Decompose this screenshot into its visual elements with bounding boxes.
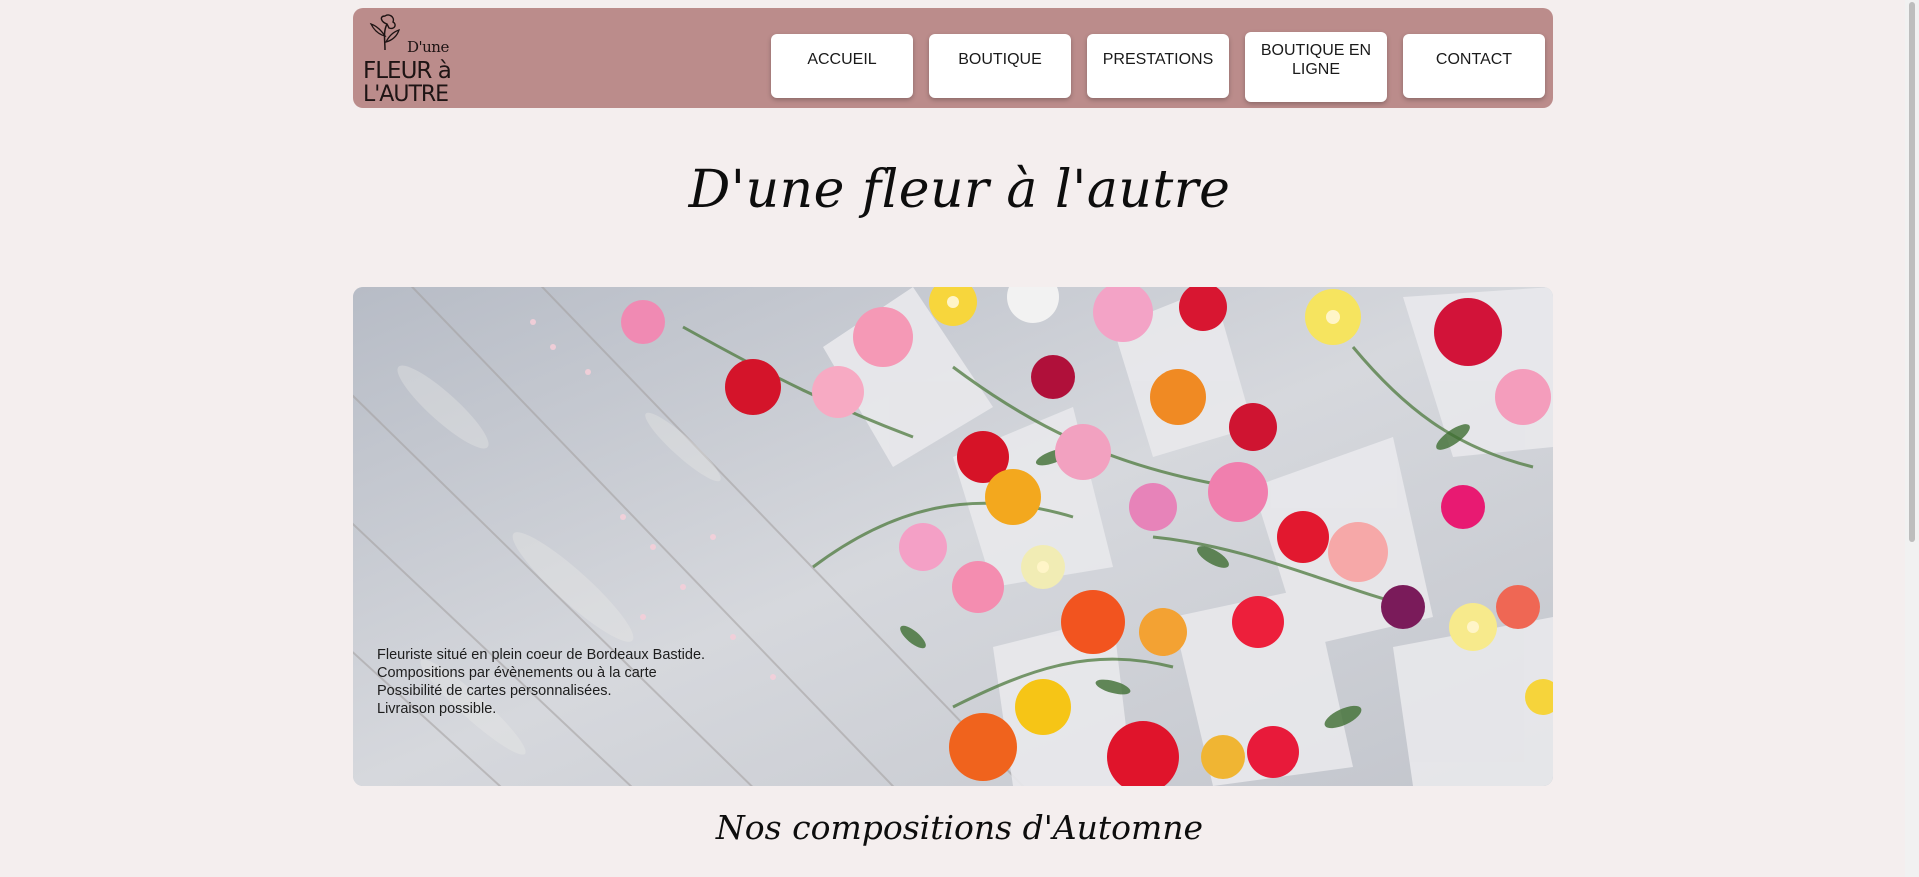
site-header: D'une FLEUR à L'AUTRE ACCUEIL BOUTIQUE P… [353,8,1553,108]
section-title: Nos compositions d'Automne [715,808,1204,847]
hero-line-2: Compositions par évènements ou à la cart… [377,665,657,681]
hero-banner: Fleuriste situé en plein coeur de Bordea… [353,287,1553,786]
nav-boutique-en-ligne-button[interactable]: BOUTIQUE EN LIGNE [1245,32,1387,102]
hero-line-1: Fleuriste situé en plein coeur de Bordea… [377,647,706,663]
nav-prestations-button[interactable]: PRESTATIONS [1087,34,1229,98]
flower-logo-icon [369,14,401,51]
hero-line-3: Possibilité de cartes personnalisées. [377,683,612,699]
scrollbar-thumb[interactable] [1909,2,1915,542]
hero-description: Fleuriste situé en plein coeur de Bordea… [377,646,705,718]
nav-accueil-button[interactable]: ACCUEIL [771,34,913,98]
logo-line-2: FLEUR à [363,58,452,84]
site-logo[interactable]: D'une FLEUR à L'AUTRE [359,12,455,108]
page: D'une FLEUR à L'AUTRE ACCUEIL BOUTIQUE P… [0,0,1919,877]
vertical-scrollbar[interactable] [1905,0,1919,877]
page-title: D'une fleur à l'autre [688,160,1231,220]
nav-contact-button[interactable]: CONTACT [1403,34,1545,98]
logo-line-3: L'AUTRE [363,82,449,107]
nav-boutique-button[interactable]: BOUTIQUE [929,34,1071,98]
hero-line-4: Livraison possible. [377,701,497,717]
logo-line-1: D'une [407,38,449,56]
